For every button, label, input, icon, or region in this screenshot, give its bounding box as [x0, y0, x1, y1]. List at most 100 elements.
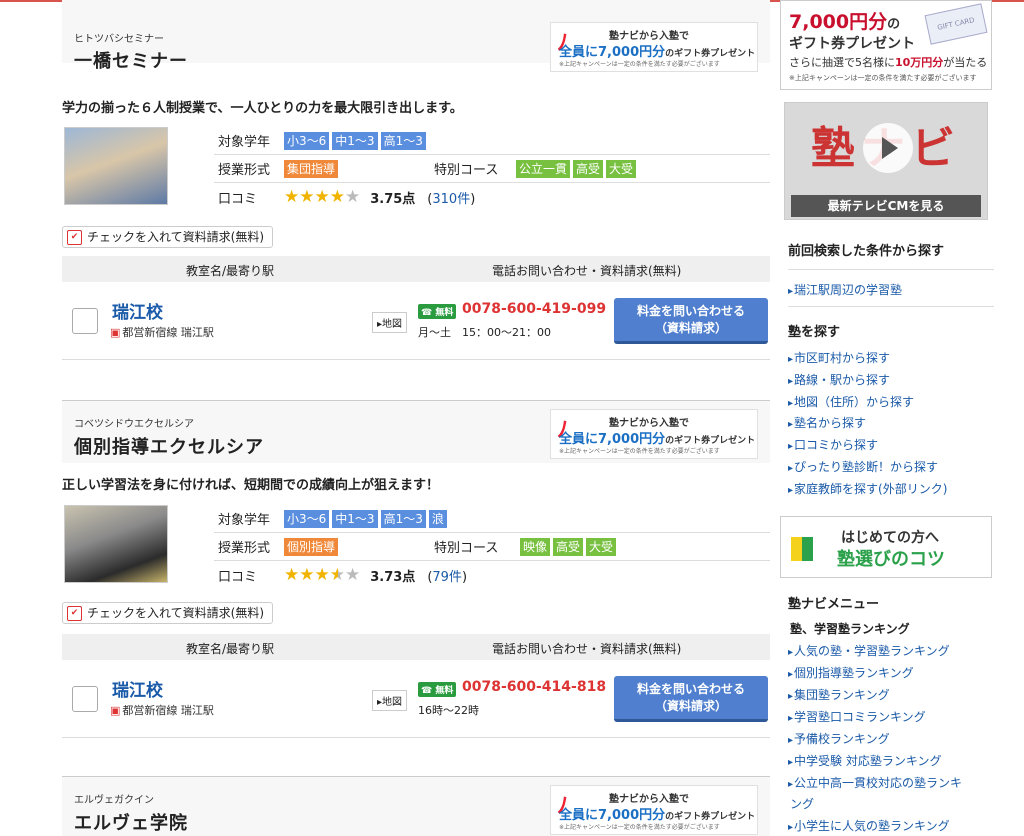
- rating-stars-icon: ★★★★★: [284, 187, 361, 207]
- school-catchphrase: 正しい学習法を身に付ければ、短期間での成績向上が狙えます！: [62, 478, 440, 493]
- find-link-tutor[interactable]: 家庭教師を探す(外部リンク): [788, 480, 947, 497]
- find-link-review[interactable]: 口コミから探す: [788, 436, 878, 453]
- review-label: 口コミ: [218, 569, 258, 585]
- course-label: 特別コース: [434, 541, 499, 556]
- grade-row: 対象学年 小3〜6 中1〜3 高1〜3: [214, 127, 770, 155]
- school-name[interactable]: 個別指導エクセルシア: [74, 433, 264, 459]
- grade-tag: 高1〜3: [380, 131, 426, 150]
- banner-line2: 全員に7,000円分のギフト券プレゼント: [559, 45, 756, 60]
- classroom-table-header: 教室名/最寄り駅 電話お問い合わせ・資料請求(無料): [62, 256, 770, 282]
- school-info: 対象学年 小3〜6 中1〜3 高1〜3 授業形式 集団指導 特別コース 公立一貫…: [214, 127, 770, 211]
- gift-amount: 7,000円分の: [789, 11, 901, 33]
- banner-line1: 塾ナビから入塾で: [609, 794, 689, 805]
- find-link-city[interactable]: 市区町村から探す: [788, 349, 890, 366]
- gift-campaign-banner[interactable]: 7,000円分の ギフト券プレゼント さらに抽選で5名様に10万円分が当たる ※…: [780, 0, 992, 90]
- th-contact: 電話お問い合わせ・資料請求(無料): [492, 642, 682, 656]
- grade-label: 対象学年: [218, 513, 271, 528]
- banner-note: ※上記キャンペーンは一定の条件を満たす必要がございます: [559, 824, 720, 831]
- gift-line3: さらに抽選で5名様に10万円分が当たる: [789, 56, 988, 69]
- beginner-mark-icon: [791, 537, 813, 561]
- find-link-map[interactable]: 地図（住所）から探す: [788, 393, 914, 410]
- inquiry-button[interactable]: 料金を問い合わせる （資料請求）: [614, 298, 768, 344]
- grade-tag: 小3〜6: [284, 509, 330, 528]
- ranking-link[interactable]: 予備校ランキング: [788, 730, 890, 747]
- school-photo[interactable]: [64, 127, 168, 205]
- nearest-station: 都営新宿線 瑞江駅: [110, 702, 214, 718]
- campaign-banner[interactable]: ﾉ 塾ナビから入塾で 全員に7,000円分のギフト券プレゼント ※上記キャンペー…: [550, 785, 758, 835]
- banner-note: ※上記キャンペーンは一定の条件を満たす必要がございます: [559, 61, 720, 68]
- th-room: 教室名/最寄り駅: [186, 264, 275, 278]
- th-room: 教室名/最寄り駅: [186, 642, 275, 656]
- grade-tag: 中1〜3: [332, 131, 378, 150]
- play-icon[interactable]: [863, 123, 913, 173]
- inquiry-button[interactable]: 料金を問い合わせる （資料請求）: [614, 676, 768, 722]
- find-link-name[interactable]: 塾名から探す: [788, 414, 866, 431]
- gift-line2: ギフト券プレゼント: [789, 36, 915, 52]
- gift-card-icon: GIFT CARD: [924, 3, 988, 45]
- review-count-link[interactable]: (310件): [427, 188, 475, 207]
- map-button[interactable]: ▸地図: [372, 690, 408, 711]
- classroom-name-link[interactable]: 瑞江校: [112, 676, 163, 701]
- school-card: エルヴェガクイン エルヴェ学院 ﾉ 塾ナビから入塾で 全員に7,000円分のギフ…: [62, 776, 770, 836]
- find-link-diagnosis[interactable]: ぴったり塾診断！から探す: [788, 458, 938, 475]
- grade-row: 対象学年 小3〜6 中1〜3 高1〜3 浪: [214, 505, 770, 533]
- business-hours: 16時〜22時: [418, 704, 479, 717]
- format-row: 授業形式 個別指導 特別コース 映像 高受 大受: [214, 533, 770, 561]
- th-contact: 電話お問い合わせ・資料請求(無料): [492, 264, 682, 278]
- ranking-link[interactable]: 公立中高一貫校対応の塾ランキ: [788, 774, 962, 791]
- ranking-link[interactable]: 中学受験 対応塾ランキング: [788, 752, 941, 769]
- school-photo[interactable]: [64, 505, 168, 583]
- prev-search-link[interactable]: 瑞江駅周辺の学習塾: [788, 281, 902, 298]
- beginner-line1: はじめての方へ: [841, 530, 939, 546]
- grade-tag: 浪: [428, 509, 447, 528]
- ranking-link[interactable]: 個別指導塾ランキング: [788, 664, 914, 681]
- rating-score: 3.75点: [370, 191, 416, 207]
- campaign-banner[interactable]: ﾉ 塾ナビから入塾で 全員に7,000円分のギフト券プレゼント ※上記キャンペー…: [550, 409, 758, 459]
- banner-note: ※上記キャンペーンは一定の条件を満たす必要がございます: [559, 448, 720, 455]
- review-row: 口コミ ★★★★★ 3.73点 (79件): [214, 561, 770, 589]
- ranking-link[interactable]: 集団塾ランキング: [788, 686, 890, 703]
- request-checkbox[interactable]: [72, 686, 98, 712]
- request-checkbox[interactable]: [72, 308, 98, 334]
- format-label: 授業形式: [218, 541, 271, 556]
- ranking-link[interactable]: 学習塾口コミランキング: [788, 708, 926, 725]
- course-tag: 高受: [573, 159, 604, 178]
- rating-score: 3.73点: [370, 569, 416, 585]
- grade-tag: 中1〜3: [332, 509, 378, 528]
- menu-title: 塾ナビメニュー: [788, 597, 880, 612]
- review-count-link[interactable]: (79件): [427, 566, 467, 585]
- school-kana: コベツシドウエクセルシア: [74, 419, 194, 430]
- phone-number[interactable]: 0078-600-414-818: [462, 679, 606, 695]
- course-tag: 公立一貫: [516, 159, 571, 178]
- school-header: コベツシドウエクセルシア 個別指導エクセルシア ﾉ 塾ナビから入塾で 全員に7,…: [62, 400, 770, 463]
- course-label: 特別コース: [434, 163, 499, 178]
- map-button[interactable]: ▸地図: [372, 312, 408, 333]
- ranking-link[interactable]: 小学生に人気の塾ランキング: [788, 817, 950, 834]
- beginner-guide-banner[interactable]: はじめての方へ 塾選びのコツ: [780, 516, 992, 578]
- school-card: ヒトツバシセミナー 一橋セミナー ﾉ 塾ナビから入塾で 全員に7,000円分のギ…: [62, 0, 770, 370]
- ranking-link[interactable]: 人気の塾・学習塾ランキング: [788, 642, 950, 659]
- school-kana: エルヴェガクイン: [74, 795, 154, 806]
- tv-cm-button[interactable]: 最新テレビCMを見る: [791, 195, 981, 217]
- business-hours: 月〜土 15：00〜21：00: [418, 326, 551, 339]
- school-card: コベツシドウエクセルシア 個別指導エクセルシア ﾉ 塾ナビから入塾で 全員に7,…: [62, 400, 770, 770]
- phone-number[interactable]: 0078-600-419-099: [462, 301, 606, 317]
- format-label: 授業形式: [218, 163, 271, 178]
- school-name[interactable]: エルヴェ学院: [74, 809, 188, 835]
- classroom-name-link[interactable]: 瑞江校: [112, 298, 163, 323]
- find-link-line[interactable]: 路線・駅から探す: [788, 371, 890, 388]
- free-call-badge: ☎ 無料: [418, 682, 457, 697]
- banner-line2: 全員に7,000円分のギフト券プレゼント: [559, 808, 756, 823]
- format-row: 授業形式 集団指導 特別コース 公立一貫 高受 大受: [214, 155, 770, 183]
- format-tag: 個別指導: [284, 537, 339, 556]
- course-tag: 大受: [606, 159, 637, 178]
- request-check-label[interactable]: チェックを入れて資料請求(無料): [62, 226, 274, 248]
- school-name[interactable]: 一橋セミナー: [74, 47, 188, 73]
- format-tag: 集団指導: [284, 159, 339, 178]
- grade-tag: 小3〜6: [284, 131, 330, 150]
- ranking-link-wrap[interactable]: ング: [790, 795, 814, 812]
- request-check-label[interactable]: チェックを入れて資料請求(無料): [62, 602, 274, 624]
- tv-cm-banner[interactable]: 塾ナビ 最新テレビCMを見る: [784, 102, 988, 220]
- banner-line1: 塾ナビから入塾で: [609, 418, 689, 429]
- campaign-banner[interactable]: ﾉ 塾ナビから入塾で 全員に7,000円分のギフト券プレゼント ※上記キャンペー…: [550, 22, 758, 72]
